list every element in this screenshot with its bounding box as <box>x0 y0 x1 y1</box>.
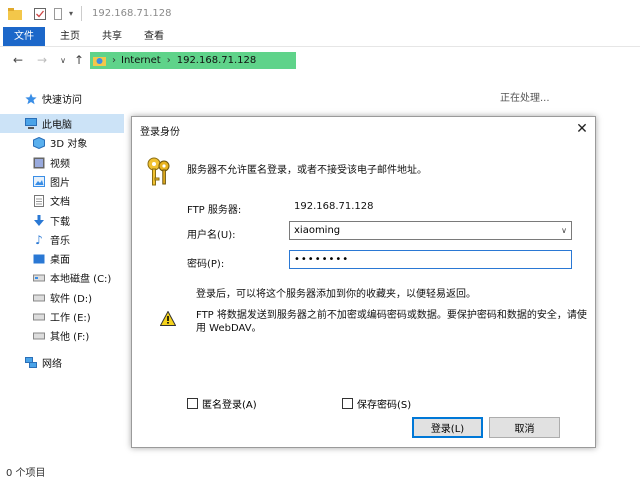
checkbox-box <box>342 398 353 409</box>
anonymous-login-checkbox[interactable]: 匿名登录(A) <box>187 396 257 411</box>
cube-icon <box>32 136 46 149</box>
username-label: 用户名(U): <box>187 230 236 241</box>
recent-locations-icon[interactable]: ∨ <box>56 53 70 67</box>
tab-file[interactable]: 文件 <box>3 27 45 46</box>
keys-icon <box>146 156 172 190</box>
breadcrumb-server[interactable]: 192.168.71.128 <box>177 55 257 66</box>
checkbox-box <box>187 398 198 409</box>
sidebar-item-videos[interactable]: 视频 <box>0 153 124 172</box>
sidebar-item-quick-access[interactable]: 快速访问 <box>0 89 124 108</box>
sidebar-item-drive-e[interactable]: 工作 (E:) <box>0 307 124 326</box>
new-folder-icon[interactable] <box>53 6 63 21</box>
pc-icon <box>24 118 38 130</box>
tab-view[interactable]: 查看 <box>144 27 164 46</box>
music-icon: ♪ <box>35 232 43 247</box>
cancel-button[interactable]: 取消 <box>489 417 560 438</box>
sidebar-item-desktop[interactable]: 桌面 <box>0 249 124 268</box>
sidebar-item-drive-d[interactable]: 软件 (D:) <box>0 288 124 307</box>
sidebar-item-drive-f[interactable]: 其他 (F:) <box>0 326 124 345</box>
tab-share[interactable]: 共享 <box>102 27 122 46</box>
login-dialog: 登录身份 ✕ 服务器不允许匿名登录，或者不接受该电子邮件地址。 FTP 服务器:… <box>131 116 596 448</box>
sidebar-item-downloads[interactable]: 下载 <box>0 211 124 230</box>
save-password-checkbox[interactable]: 保存密码(S) <box>342 396 411 411</box>
ftp-server-label: FTP 服务器: <box>187 205 242 216</box>
window-title: 192.168.71.128 <box>92 8 172 19</box>
save-password-label: 保存密码(S) <box>357 400 412 411</box>
sidebar-item-3d-objects[interactable]: 3D 对象 <box>0 133 124 152</box>
status-bar-item-count: 0 个项目 <box>6 468 46 479</box>
tab-home[interactable]: 主页 <box>60 27 80 46</box>
drive-icon <box>32 272 46 284</box>
title-bar: ▾ 192.168.71.128 <box>0 0 640 27</box>
divider <box>81 6 82 21</box>
username-value: xiaoming <box>294 225 341 236</box>
processing-text: 正在处理... <box>500 93 550 104</box>
quick-access-dropdown-icon[interactable]: ▾ <box>66 6 76 21</box>
close-icon[interactable]: ✕ <box>572 119 592 139</box>
sidebar-item-this-pc[interactable]: 此电脑 <box>0 114 124 133</box>
download-icon <box>32 214 46 227</box>
properties-icon[interactable] <box>33 6 47 21</box>
desktop-icon <box>32 253 46 265</box>
chevron-down-icon[interactable]: ∨ <box>557 226 571 235</box>
sidebar-item-music[interactable]: ♪ 音乐 <box>0 230 124 249</box>
back-arrow-icon[interactable]: ← <box>11 53 25 67</box>
drive-icon <box>32 330 46 342</box>
picture-icon <box>32 176 46 188</box>
sidebar-item-documents[interactable]: 文档 <box>0 191 124 210</box>
password-label: 密码(P): <box>187 259 225 270</box>
intro-text: 服务器不允许匿名登录，或者不接受该电子邮件地址。 <box>187 165 427 176</box>
ftp-server-value: 192.168.71.128 <box>294 201 374 212</box>
network-icon <box>24 357 38 369</box>
info-text: 登录后，可以将这个服务器添加到你的收藏夹，以便轻易返回。 <box>196 289 476 300</box>
breadcrumb-separator-icon: › <box>112 55 116 66</box>
drive-icon <box>32 292 46 304</box>
username-combobox[interactable]: xiaoming ∨ <box>289 221 572 240</box>
address-bar[interactable]: › Internet › 192.168.71.128 <box>90 52 296 69</box>
sidebar-item-drive-c[interactable]: 本地磁盘 (C:) <box>0 268 124 287</box>
navigation-pane: 快速访问 此电脑 3D 对象 视频 图片 文档 下载 ♪ 音乐 桌面 本地磁盘 … <box>0 78 124 458</box>
dialog-body: 服务器不允许匿名登录，或者不接受该电子邮件地址。 FTP 服务器: 192.16… <box>132 143 595 446</box>
breadcrumb-separator-icon: › <box>166 55 171 66</box>
password-field[interactable]: •••••••• <box>289 250 572 269</box>
drive-icon <box>32 311 46 323</box>
folder-icon <box>8 6 22 21</box>
ribbon: 文件 主页 共享 查看 <box>0 27 640 47</box>
warning-icon <box>159 310 177 327</box>
sidebar-item-pictures[interactable]: 图片 <box>0 172 124 191</box>
dialog-title: 登录身份 <box>140 127 180 138</box>
video-icon <box>32 157 46 169</box>
forward-arrow-icon[interactable]: → <box>35 53 49 67</box>
up-arrow-icon[interactable]: ↑ <box>72 53 86 67</box>
warning-text: FTP 将数据发送到服务器之前不加密或编码密码或数据。要保护密码和数据的安全，请… <box>196 310 587 334</box>
login-button[interactable]: 登录(L) <box>412 417 483 438</box>
anonymous-login-label: 匿名登录(A) <box>202 400 257 411</box>
document-icon <box>32 194 46 207</box>
breadcrumb-internet[interactable]: Internet <box>121 55 161 66</box>
sidebar-item-network[interactable]: 网络 <box>0 353 124 372</box>
password-value: •••••••• <box>294 254 350 265</box>
star-icon <box>24 93 38 105</box>
navigation-bar: ← → ∨ ↑ › Internet › 192.168.71.128 <box>0 47 640 75</box>
network-folder-icon <box>93 55 107 67</box>
